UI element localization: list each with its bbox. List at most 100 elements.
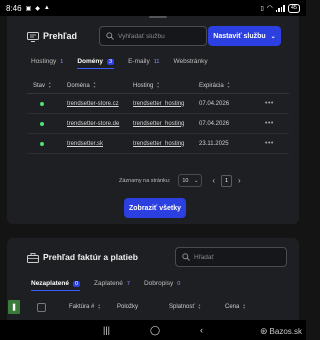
column-domain[interactable]: Doména ▲ ▼ — [67, 81, 133, 89]
column-label: Expirácia — [199, 82, 224, 89]
search-placeholder: Vyhľadať službu — [118, 32, 165, 40]
drag-handle[interactable] — [149, 16, 167, 18]
status-cell — [27, 101, 67, 106]
more-options-icon[interactable]: ••• — [265, 100, 274, 107]
hosting-link[interactable]: trendsetter_hosting — [133, 141, 184, 147]
tab-count: 3 — [107, 58, 115, 65]
show-all-label: Zobraziť všetky — [129, 204, 181, 212]
side-tab-icon[interactable]: ❚ — [8, 300, 20, 314]
sort-icon: ▲ ▼ — [92, 81, 97, 89]
sort-icon: ▲ ▼ — [156, 81, 160, 89]
status-cell — [27, 121, 67, 126]
status-dot-icon — [40, 121, 44, 126]
tab-label: Hostingy — [31, 58, 57, 65]
tab-hostingy[interactable]: Hostingy 1 — [31, 58, 63, 69]
tab-label: Zaplatené — [94, 280, 123, 287]
chevron-down-icon: ⌄ — [270, 33, 276, 40]
per-page-label: Záznamy na stránku: — [119, 177, 171, 184]
chevron-left-icon[interactable]: ‹ — [212, 176, 215, 185]
column-due[interactable]: Splatnosť ▲ ▼ — [169, 302, 225, 311]
briefcase-icon — [27, 253, 39, 263]
watermark-logo-icon: ⊛ — [259, 326, 268, 336]
sort-icon: ▲ ▼ — [197, 302, 202, 310]
tab-nezaplatene[interactable]: Nezaplatené 0 — [31, 280, 80, 291]
home-icon[interactable]: ◯ — [150, 325, 160, 336]
hosting-link[interactable]: trendsetter_hosting — [133, 101, 184, 107]
tab-label: Nezaplatené — [31, 280, 69, 287]
service-tabs: Hostingy 1 Domény 3 E-maily 11 Webstránk… — [31, 58, 208, 69]
column-invoice[interactable]: Faktúra # ▲ ▼ — [57, 302, 117, 311]
notification-icon: ▲ — [43, 5, 50, 11]
card-title: Prehľad — [43, 31, 77, 41]
table-header: Stav ▲ ▼ Doména ▲ ▼ Hosting ▲ ▼ Expirácia ▲… — [27, 78, 289, 94]
current-page-button[interactable]: 1 — [221, 174, 233, 187]
expiration-date: 07.04.2026 — [199, 100, 230, 107]
flag-icon: ❚ — [11, 304, 17, 311]
sort-icon: ▲ ▼ — [226, 81, 231, 89]
pagination: Záznamy na stránku: 10 ⌄ ‹ 1 › — [119, 174, 241, 187]
column-label: Splatnosť — [169, 304, 195, 310]
table-row: trendsetter.sk trendsetter_hosting 23.11… — [27, 134, 289, 154]
select-all-cell — [27, 302, 57, 312]
tab-webstranky[interactable]: Webstránky — [173, 58, 207, 69]
tab-label: Domény — [77, 58, 104, 65]
tab-label: Dobropisy — [143, 280, 174, 287]
more-options-icon[interactable]: ••• — [265, 140, 274, 147]
tab-count: 0 — [177, 280, 181, 287]
expiration-date: 23.11.2025 — [199, 140, 229, 147]
invoice-search-input[interactable]: Hľadať — [175, 247, 287, 267]
table-header: Faktúra # ▲ ▼ Položky Splatnosť ▲ ▼ Cena ▲… — [27, 300, 289, 314]
domain-link[interactable]: trendsetter-store.de — [67, 121, 119, 127]
status-time: 8:46 — [6, 3, 22, 13]
column-price[interactable]: Cena ▲ ▼ — [225, 302, 275, 311]
select-all-checkbox[interactable] — [37, 302, 46, 312]
notification-icon: ▣ — [25, 5, 32, 12]
search-icon — [106, 32, 114, 40]
column-expiration[interactable]: Expirácia ▲ ▼ — [199, 81, 265, 89]
watermark-text: Bazos.sk — [269, 327, 302, 336]
signal-icon — [275, 4, 285, 12]
column-items[interactable]: Položky — [117, 304, 169, 310]
sort-icon: ▲ ▼ — [97, 302, 101, 310]
tab-label: Webstránky — [173, 58, 208, 65]
tab-label: E-maily — [128, 58, 150, 65]
per-page-select[interactable]: 10 ⌄ — [178, 174, 203, 187]
back-icon[interactable]: ‹ — [200, 325, 203, 335]
tab-emaily[interactable]: E-maily 11 — [128, 58, 159, 69]
sort-icon: ▲ ▼ — [242, 302, 246, 310]
column-status[interactable]: Stav ▲ ▼ — [27, 81, 67, 89]
invoices-table: Faktúra # ▲ ▼ Položky Splatnosť ▲ ▼ Cena ▲… — [27, 300, 289, 320]
hosting-link[interactable]: trendsetter_hosting — [133, 121, 184, 127]
card-title: Prehľad faktúr a platieb — [43, 252, 138, 262]
show-all-button[interactable]: Zobraziť všetky — [124, 198, 186, 218]
search-icon — [182, 253, 190, 261]
tab-dobropisy[interactable]: Dobropisy 0 — [144, 280, 180, 291]
set-service-button[interactable]: Nastaviť službu ⌄ — [208, 26, 281, 46]
tab-count: 0 — [72, 280, 80, 287]
per-page-value: 10 — [182, 177, 189, 184]
domain-link[interactable]: trendsetter-store.cz — [67, 101, 119, 107]
service-search-input[interactable]: Vyhľadať službu — [99, 26, 207, 46]
tab-count: 1 — [60, 58, 64, 65]
column-label: Hosting — [133, 82, 154, 89]
notification-icon: ◆ — [35, 5, 40, 12]
tab-count: 11 — [153, 58, 160, 65]
recent-apps-icon[interactable]: ||| — [103, 325, 110, 335]
status-dot-icon — [40, 101, 44, 106]
watermark: ⊛ Bazos.sk — [260, 326, 302, 337]
invoice-tabs: Nezaplatené 0 Zaplatené 7 Dobropisy 0 — [31, 280, 180, 291]
domain-link[interactable]: trendsetter.sk — [67, 141, 103, 147]
status-bar: 8:46 ▣ ◆ ▲ ▯ ◠ 45 — [0, 0, 306, 16]
column-hosting[interactable]: Hosting ▲ ▼ — [133, 81, 199, 89]
table-row: trendsetter-store.de trendsetter_hosting… — [27, 114, 289, 134]
chevron-right-icon[interactable]: › — [238, 176, 241, 185]
sort-icon: ▲ ▼ — [48, 81, 52, 89]
column-label: Položky — [117, 304, 139, 310]
expiration-date: 07.04.2026 — [199, 120, 230, 127]
column-label: Stav — [33, 82, 46, 89]
tab-zaplatene[interactable]: Zaplatené 7 — [94, 280, 130, 291]
tab-domeny[interactable]: Domény 3 — [77, 58, 115, 69]
more-options-icon[interactable]: ••• — [265, 120, 274, 127]
tab-count: 7 — [126, 280, 130, 287]
section-divider — [7, 224, 299, 238]
